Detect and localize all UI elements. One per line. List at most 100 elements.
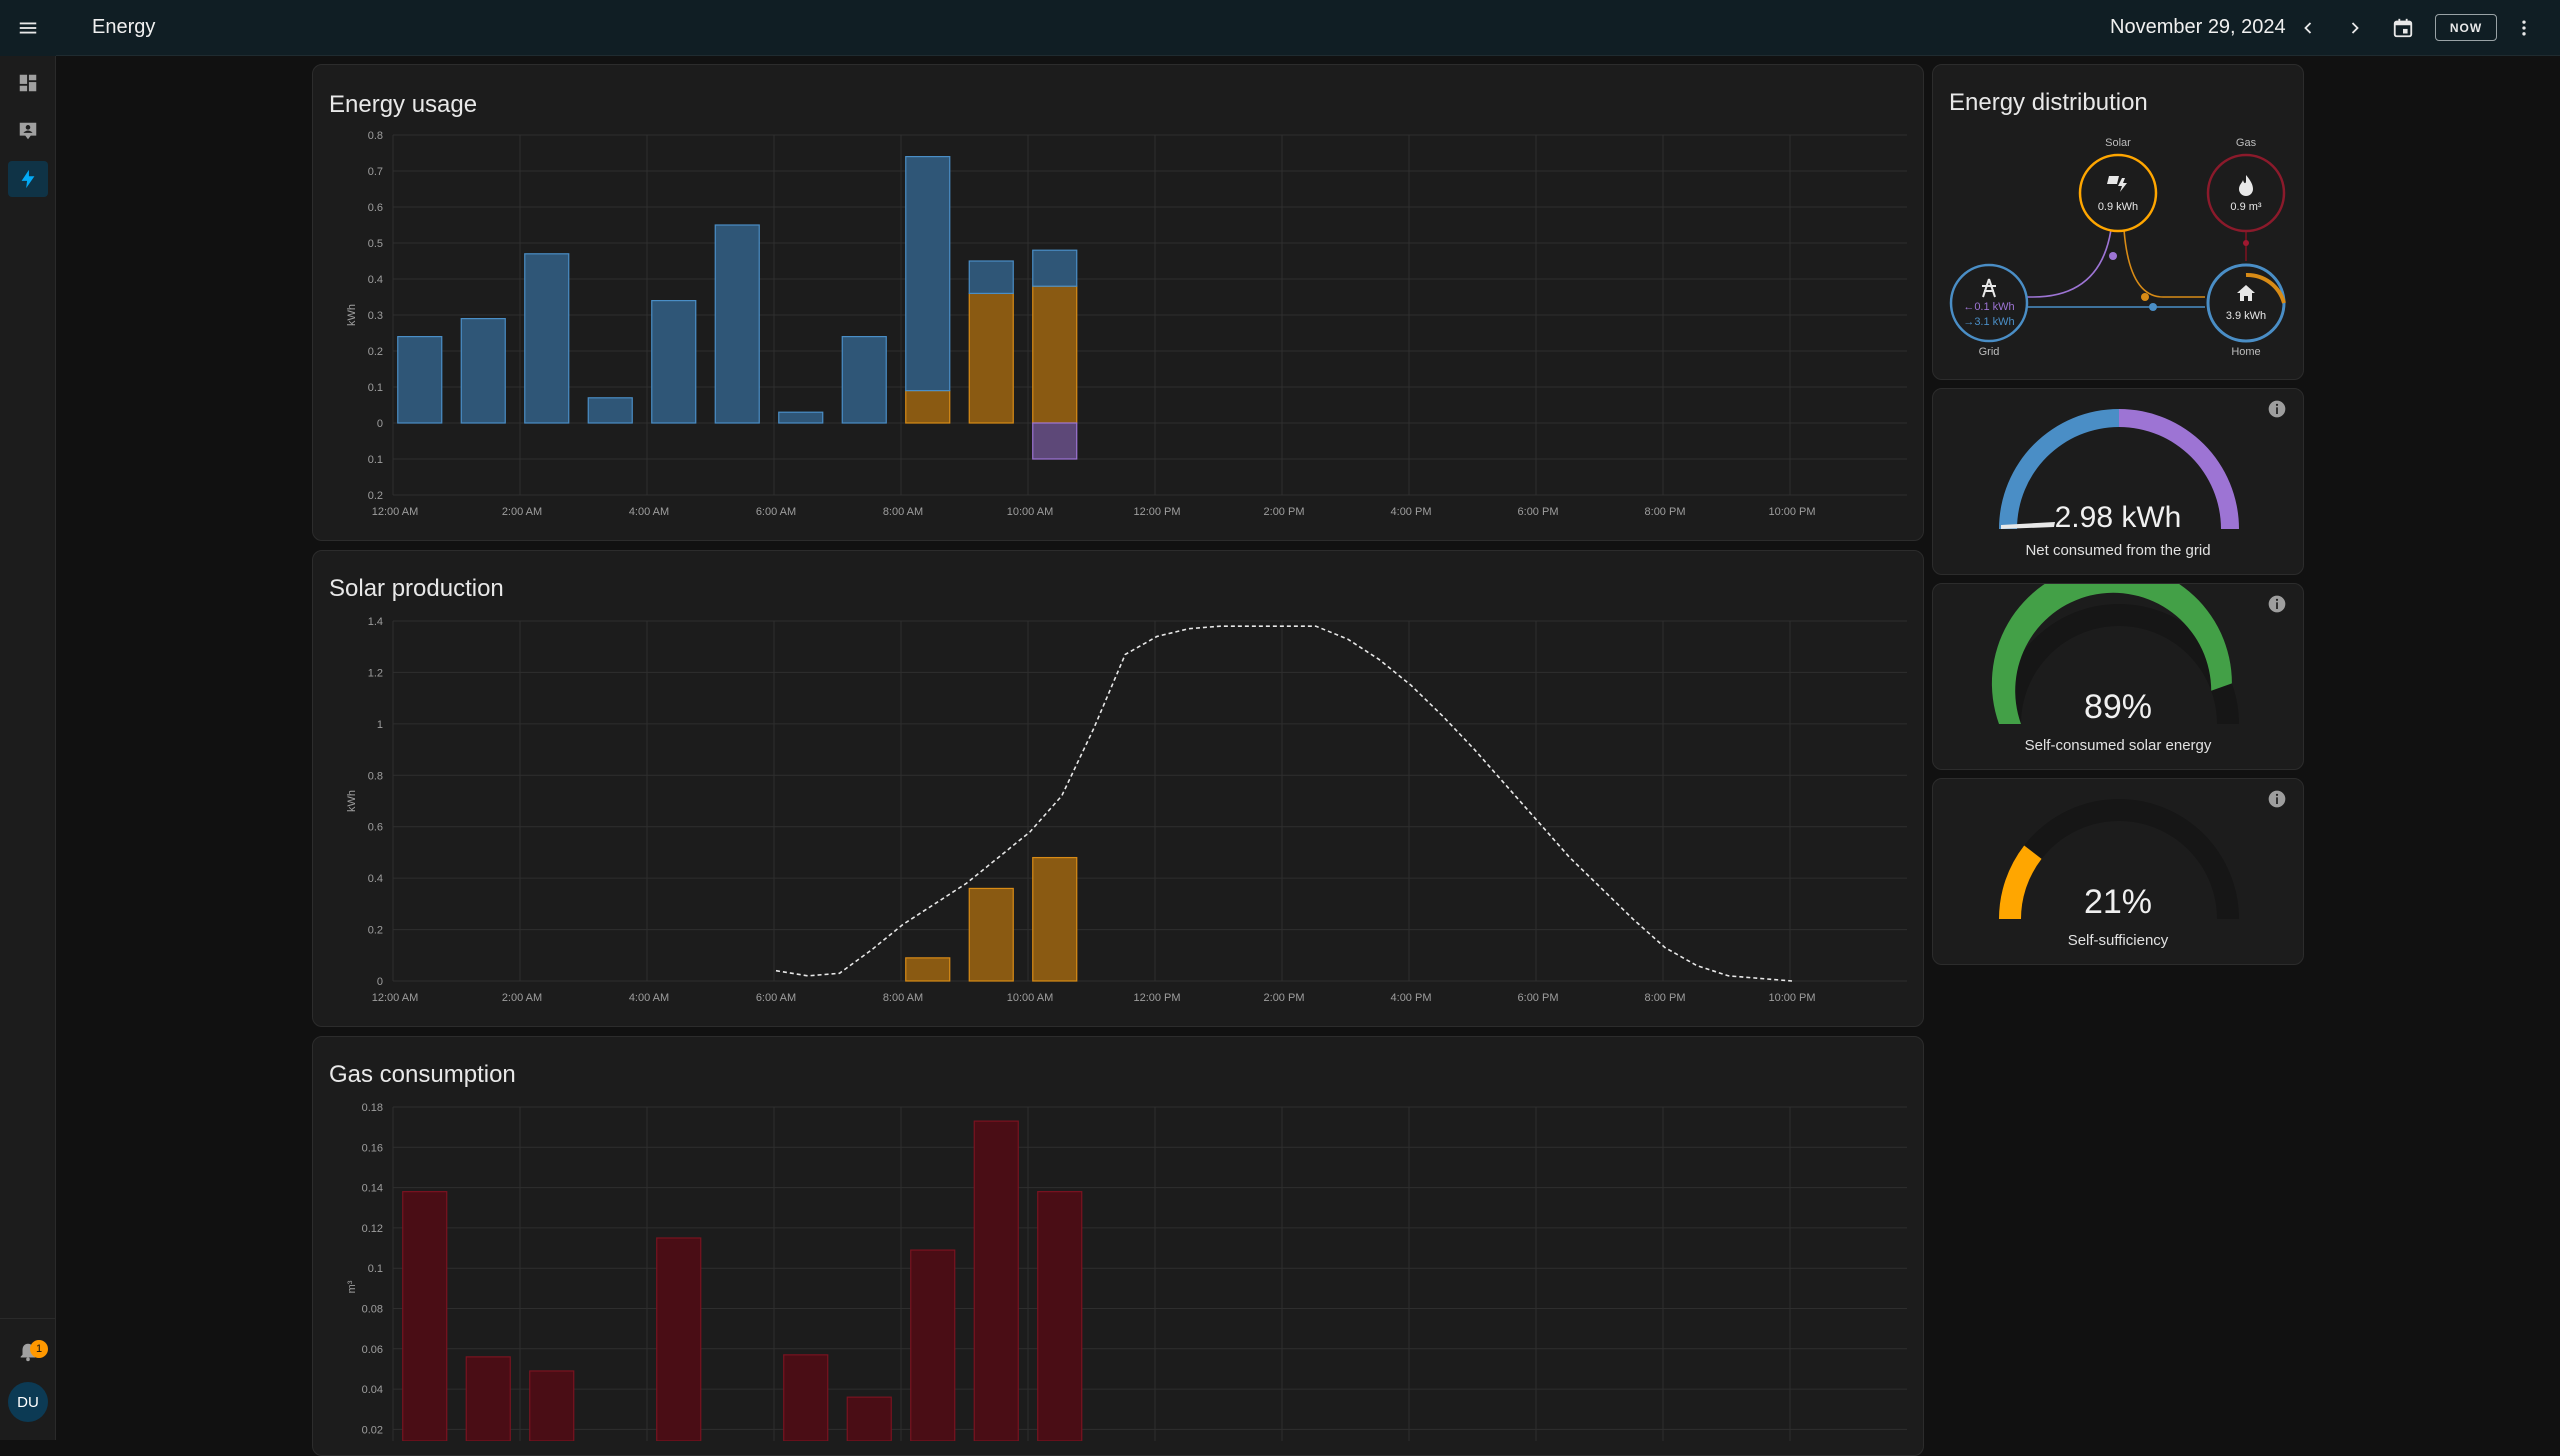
net-grid-value: 2.98 kWh — [2054, 501, 2182, 534]
gas-bar — [656, 1237, 702, 1441]
x-tick-label: 6:00 AM — [756, 506, 796, 518]
x-tick-label: 8:00 PM — [1645, 506, 1686, 518]
solar-node[interactable] — [2078, 153, 2158, 233]
y-tick-label: 0.02 — [362, 1424, 383, 1436]
sidebar: 1 DU — [0, 0, 56, 1440]
x-tick-label: 8:00 AM — [883, 992, 923, 1004]
gas-consumption-card: Gas consumption 0.18 0.16 0.14 0.12 0.1 0.08 0… — [312, 1036, 1924, 1456]
solar-production-chart[interactable]: 1.4 1.2 1 0.8 0.6 0.4 0.2 0 12:00 AM 2:00 AM 4:00 … — [313, 551, 1925, 1028]
sidebar-item-map[interactable] — [8, 113, 48, 149]
x-tick-label: 10:00 PM — [1768, 992, 1815, 1004]
usage-bar-grid — [778, 411, 824, 424]
sidebar-item-energy[interactable] — [8, 161, 48, 197]
chevron-right-icon[interactable] — [2339, 12, 2371, 44]
energy-usage-card: Energy usage 0.8 0.7 0.6 0.5 0.4 0.3 0.2 0.1 0 0.… — [312, 64, 1924, 541]
y-tick-label: 0.8 — [368, 130, 383, 142]
more-vertical-icon[interactable] — [2508, 12, 2540, 44]
now-button[interactable]: NOW — [2435, 14, 2497, 41]
y-tick-label: 0.08 — [362, 1304, 383, 1316]
gas-bar — [465, 1356, 511, 1441]
gas-consumption-chart[interactable]: 0.18 0.16 0.14 0.12 0.1 0.08 0.06 0.04 0.02 m³ — [313, 1037, 1925, 1441]
self-sufficiency-label: Self-sufficiency — [2067, 932, 2169, 949]
y-tick-label: 0.4 — [368, 274, 383, 286]
home-node[interactable] — [2206, 263, 2286, 343]
x-tick-label: 10:00 PM — [1768, 506, 1815, 518]
grid-consumption-amount: 3.1 kWh — [1974, 316, 2015, 328]
y-tick-label: 1.2 — [368, 667, 383, 679]
home-label: Home — [2231, 346, 2261, 358]
usage-bar-grid — [460, 318, 506, 424]
solar-forecast-line — [775, 625, 1793, 982]
y-tick-label: 1.4 — [368, 616, 383, 628]
flow-dot-return — [2109, 252, 2117, 260]
usage-bar-grid — [524, 253, 570, 424]
usage-bar-return — [1032, 422, 1078, 460]
grid-return-value: ←0.1 kWh — [1954, 301, 2024, 313]
gas-bar — [1037, 1191, 1083, 1441]
x-tick-label: 8:00 PM — [1645, 992, 1686, 1004]
usage-bar-grid — [841, 336, 887, 424]
y-tick-label: 0.6 — [368, 822, 383, 834]
user-avatar[interactable]: DU — [8, 1382, 48, 1422]
x-tick-label: 10:00 AM — [1007, 506, 1053, 518]
x-tick-label: 4:00 PM — [1391, 992, 1432, 1004]
x-tick-label: 8:00 AM — [883, 506, 923, 518]
sidebar-divider — [0, 1318, 56, 1319]
y-tick-label: 0.2 — [368, 490, 383, 502]
usage-bar-solar — [905, 390, 951, 424]
gas-bar — [910, 1249, 956, 1441]
gas-bar — [783, 1354, 829, 1441]
y-tick-label: 0.12 — [362, 1223, 383, 1235]
usage-bar-grid — [397, 336, 443, 424]
gas-bar — [973, 1120, 1019, 1441]
top-app-bar: Energy November 29, 2024 NOW — [0, 0, 2560, 56]
solar-value: 0.9 kWh — [2097, 201, 2139, 213]
self-sufficiency-gauge-card: 21% Self-sufficiency — [1932, 778, 2304, 965]
y-tick-label: 1 — [377, 719, 383, 731]
y-tick-label: 0.1 — [368, 1263, 383, 1275]
y-tick-label: 0.6 — [368, 202, 383, 214]
y-tick-label: 0.8 — [368, 770, 383, 782]
solar-production-card: Solar production 1.4 1.2 1 0.8 0.6 0.4 0.2 0 12:… — [312, 550, 1924, 1027]
flow-dot-grid — [2149, 303, 2157, 311]
flow-dot-gas — [2243, 240, 2249, 246]
gas-label: Gas — [2235, 137, 2257, 149]
x-tick-label: 6:00 AM — [756, 992, 796, 1004]
x-tick-label: 2:00 PM — [1264, 506, 1305, 518]
y-axis-label: kWh — [346, 304, 358, 326]
net-grid-label: Net consumed from the grid — [2025, 542, 2211, 559]
x-tick-label: 6:00 PM — [1518, 992, 1559, 1004]
y-axis-label: kWh — [346, 790, 358, 812]
y-tick-label: 0.5 — [368, 238, 383, 250]
y-tick-label: 0.06 — [362, 1344, 383, 1356]
x-tick-label: 12:00 AM — [372, 506, 418, 518]
account-box-icon — [19, 122, 37, 140]
chevron-left-icon[interactable] — [2292, 12, 2324, 44]
y-tick-label: 0.3 — [368, 310, 383, 322]
self-consumed-value: 89% — [2083, 688, 2153, 726]
x-tick-label: 12:00 PM — [1133, 506, 1180, 518]
usage-bar-solar — [1032, 285, 1078, 424]
solar-bar — [968, 887, 1014, 982]
calendar-icon[interactable] — [2387, 12, 2419, 44]
y-tick-label: 0.04 — [362, 1384, 383, 1396]
x-tick-label: 2:00 AM — [502, 992, 542, 1004]
y-tick-label: 0.2 — [368, 925, 383, 937]
sidebar-item-overview[interactable] — [8, 65, 48, 101]
notification-badge: 1 — [30, 1340, 48, 1358]
gas-bar — [529, 1370, 575, 1441]
x-tick-label: 12:00 PM — [1133, 992, 1180, 1004]
usage-bar-grid — [968, 260, 1014, 295]
gas-value: 0.9 m³ — [2230, 201, 2262, 213]
gas-bar — [402, 1191, 448, 1441]
energy-flow-diagram — [1949, 153, 2286, 343]
energy-usage-chart[interactable]: 0.8 0.7 0.6 0.5 0.4 0.3 0.2 0.1 0 0.1 0.2 12:00 AM 2… — [313, 65, 1925, 542]
self-sufficiency-value: 21% — [2083, 883, 2153, 921]
y-tick-label: 0.7 — [368, 166, 383, 178]
y-tick-label: 0.18 — [362, 1102, 383, 1114]
menu-icon[interactable] — [8, 10, 48, 46]
usage-bar-grid — [905, 155, 951, 392]
y-tick-label: 0.16 — [362, 1142, 383, 1154]
gas-bar — [846, 1396, 892, 1441]
page-title: Energy — [92, 16, 156, 38]
